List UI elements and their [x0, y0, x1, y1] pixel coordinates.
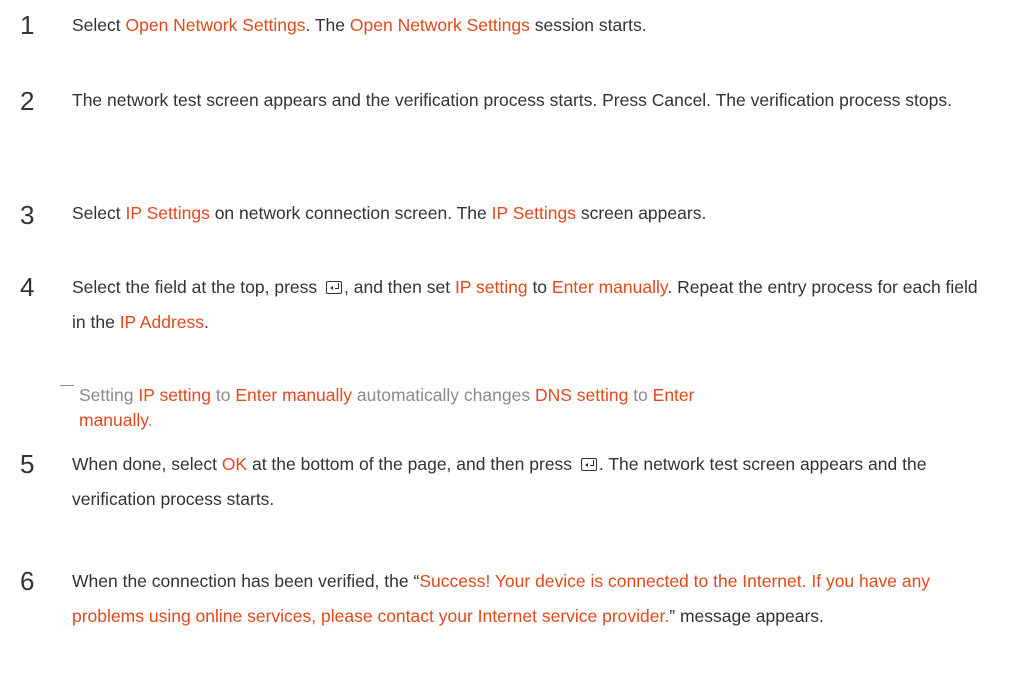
step-number: 6	[20, 566, 35, 596]
step-text-segment: at the bottom of the page, and then pres…	[247, 454, 577, 474]
step-text-segment: When the connection has been verified, t…	[72, 571, 420, 591]
step-text-segment: .	[204, 312, 209, 332]
note-line: manually.	[60, 408, 960, 433]
ui-term-ip-address: IP Address	[119, 312, 205, 332]
note-line: Setting IP setting to Enter manually aut…	[60, 383, 960, 408]
note-text-segment: to	[628, 385, 653, 405]
note: Setting IP setting to Enter manually aut…	[60, 383, 960, 433]
step-text-segment: to	[527, 277, 552, 297]
ui-term-ip-setting: IP setting	[138, 385, 211, 405]
enter-icon	[580, 458, 597, 471]
step-number: 1	[20, 10, 35, 40]
step-text-segment: Select the field at the top, press	[72, 277, 323, 297]
step-text-segment: The network test screen appears and the …	[72, 90, 952, 110]
step-number: 4	[20, 272, 35, 302]
note-text-segment: to	[211, 385, 236, 405]
step-text: The network test screen appears and the …	[72, 83, 984, 118]
step-text-segment: screen appears.	[575, 203, 707, 223]
enter-icon	[326, 281, 343, 294]
step-text-segment: , and then set	[344, 277, 455, 297]
step-text-segment: on network connection screen. The	[209, 203, 492, 223]
note-text-segment: Setting	[79, 385, 139, 405]
ui-term-dns-setting: DNS setting	[534, 385, 629, 405]
ui-term-enter-manually: Enter manually	[551, 277, 668, 297]
ui-term-enter: Enter	[652, 385, 695, 405]
ui-term-ip-settings: IP Settings	[125, 203, 210, 223]
step-text: Select Open Network Settings. The Open N…	[72, 8, 984, 43]
step-text-segment: Select	[72, 203, 126, 223]
note-text-segment: automatically changes	[352, 385, 535, 405]
ui-term-manually: manually	[79, 410, 148, 430]
step-text-segment: . The	[305, 15, 350, 35]
note-text-segment: .	[147, 410, 153, 430]
ui-term-open-network-settings: Open Network Settings	[125, 15, 306, 35]
ui-term-ip-settings: IP Settings	[491, 203, 576, 223]
step-text-segment: Select	[72, 15, 126, 35]
ui-term-ip-setting: IP setting	[454, 277, 528, 297]
step-text: Select IP Settings on network connection…	[72, 196, 984, 231]
step-text: Select the field at the top, press , and…	[72, 270, 984, 340]
ui-term-open-network-settings: Open Network Settings	[349, 15, 530, 35]
step-number: 3	[20, 200, 35, 230]
step-number: 2	[20, 86, 35, 116]
step-text-segment: session starts.	[529, 15, 647, 35]
ui-term-ok: OK	[221, 454, 248, 474]
step-text: When done, select OK at the bottom of th…	[72, 447, 984, 517]
step-text-segment: When done, select	[72, 454, 222, 474]
step-number: 5	[20, 449, 35, 479]
step-text-segment: ” message appears.	[669, 606, 824, 626]
step-text: When the connection has been verified, t…	[72, 564, 984, 634]
note-dash-icon	[60, 385, 74, 386]
ui-term-enter-manually: Enter manually	[235, 385, 353, 405]
